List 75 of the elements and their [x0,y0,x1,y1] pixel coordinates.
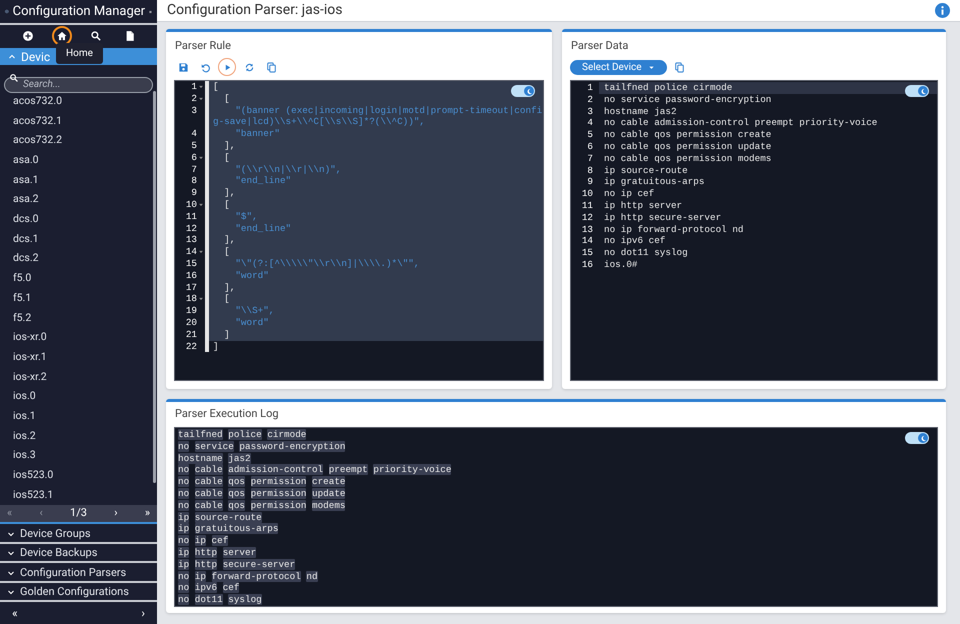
line-number: 3 [586,106,594,118]
code-line: no ip cef [603,188,656,200]
line-number: 4 [586,117,594,130]
line-number: 16 [186,270,197,282]
log-line: no cable qos permission create [178,476,346,488]
line-number: 10 [186,198,197,211]
line-number: 5 [191,140,197,152]
line-number: 20 [186,316,197,329]
line-number: 15 [186,258,197,270]
log-line: no service password-encryption [178,440,346,453]
code-line: ip http server [603,200,684,212]
line-number: 6 [191,152,197,164]
line-number: 21 [186,328,197,341]
line-number: 18 [186,293,197,306]
log-line: no cable qos permission update [178,488,346,500]
line-number: 9 [191,187,197,199]
log-line: ip source-route [178,512,263,524]
code-line: no cable admission-control preempt priority-voice [603,117,878,130]
line-number: 7 [586,152,594,165]
line-number: 10 [580,188,594,200]
line-number: 14 [580,235,594,248]
line-number: 2 [191,92,197,105]
log-line: hostname jas2 [178,452,252,464]
card-title: Parser Execution Log [174,406,280,422]
line-number: 11 [186,210,197,223]
card-title: Parser Rule [174,38,232,54]
code-line: ip gratuitous-arps [603,176,706,188]
log-line: no cable qos permission modems [178,500,346,512]
line-number: 12 [186,222,197,234]
line-number: 14 [186,246,197,258]
line-number: 15 [580,247,594,259]
line-number: 2 [586,94,594,106]
line-number: 12 [580,212,594,224]
line-number: 5 [586,129,594,141]
line-number: 4 [191,128,197,140]
line-number: 17 [186,282,197,294]
line-number: 8 [586,164,594,176]
line-number: 13 [580,224,594,236]
code-line: ip http secure-server [603,212,722,224]
tooltip: Home [56,43,103,64]
code-line: no cable qos permission update [603,140,772,153]
log-line: no cable admission-control preempt priority-voice [178,464,452,476]
code-line: no dot11 syslog [603,247,689,259]
log-line: no ip forward-protocol nd [178,570,319,582]
code-line: no cable qos permission create [603,129,772,141]
code-line: no cable qos permission modems [603,152,772,165]
card-title: Parser Data [570,38,630,54]
page-title: Configuration Parser: jas-ios [167,1,342,20]
line-number: 3 [191,104,197,116]
log-line: no ip cef [178,535,230,547]
line-number: 19 [186,305,197,317]
code-line: no ipv6 cef [603,235,666,248]
log-line: ip gratuitous-arps [178,523,280,536]
line-number: 8 [191,175,197,188]
line-number: 11 [580,200,594,212]
line-number: 6 [586,140,594,153]
line-number: 22 [186,340,197,352]
line-number: 16 [580,258,594,271]
line-number: 13 [186,234,197,246]
code-line: ios.0# [603,258,638,271]
log-line: no dot11 syslog [178,594,263,606]
app-title: Configuration Manager [12,2,146,21]
line-number: 1 [586,82,594,94]
log-line: ip http secure-server [178,558,296,571]
line-number: 9 [586,176,594,188]
log-line: tailfned police cirmode [178,429,308,441]
log-line: ip http server [178,546,258,559]
code-line: no ip forward-protocol nd [603,224,744,236]
line-number: 7 [191,164,197,176]
code-line: hostname jas2 [603,106,678,118]
line-number: 1 [191,81,197,93]
log-line: no ipv6 cef [178,582,240,594]
code-line: ip source-route [603,164,689,176]
code-line: no service password-encryption [603,94,772,106]
page-indicator: 1/3 [69,505,88,522]
